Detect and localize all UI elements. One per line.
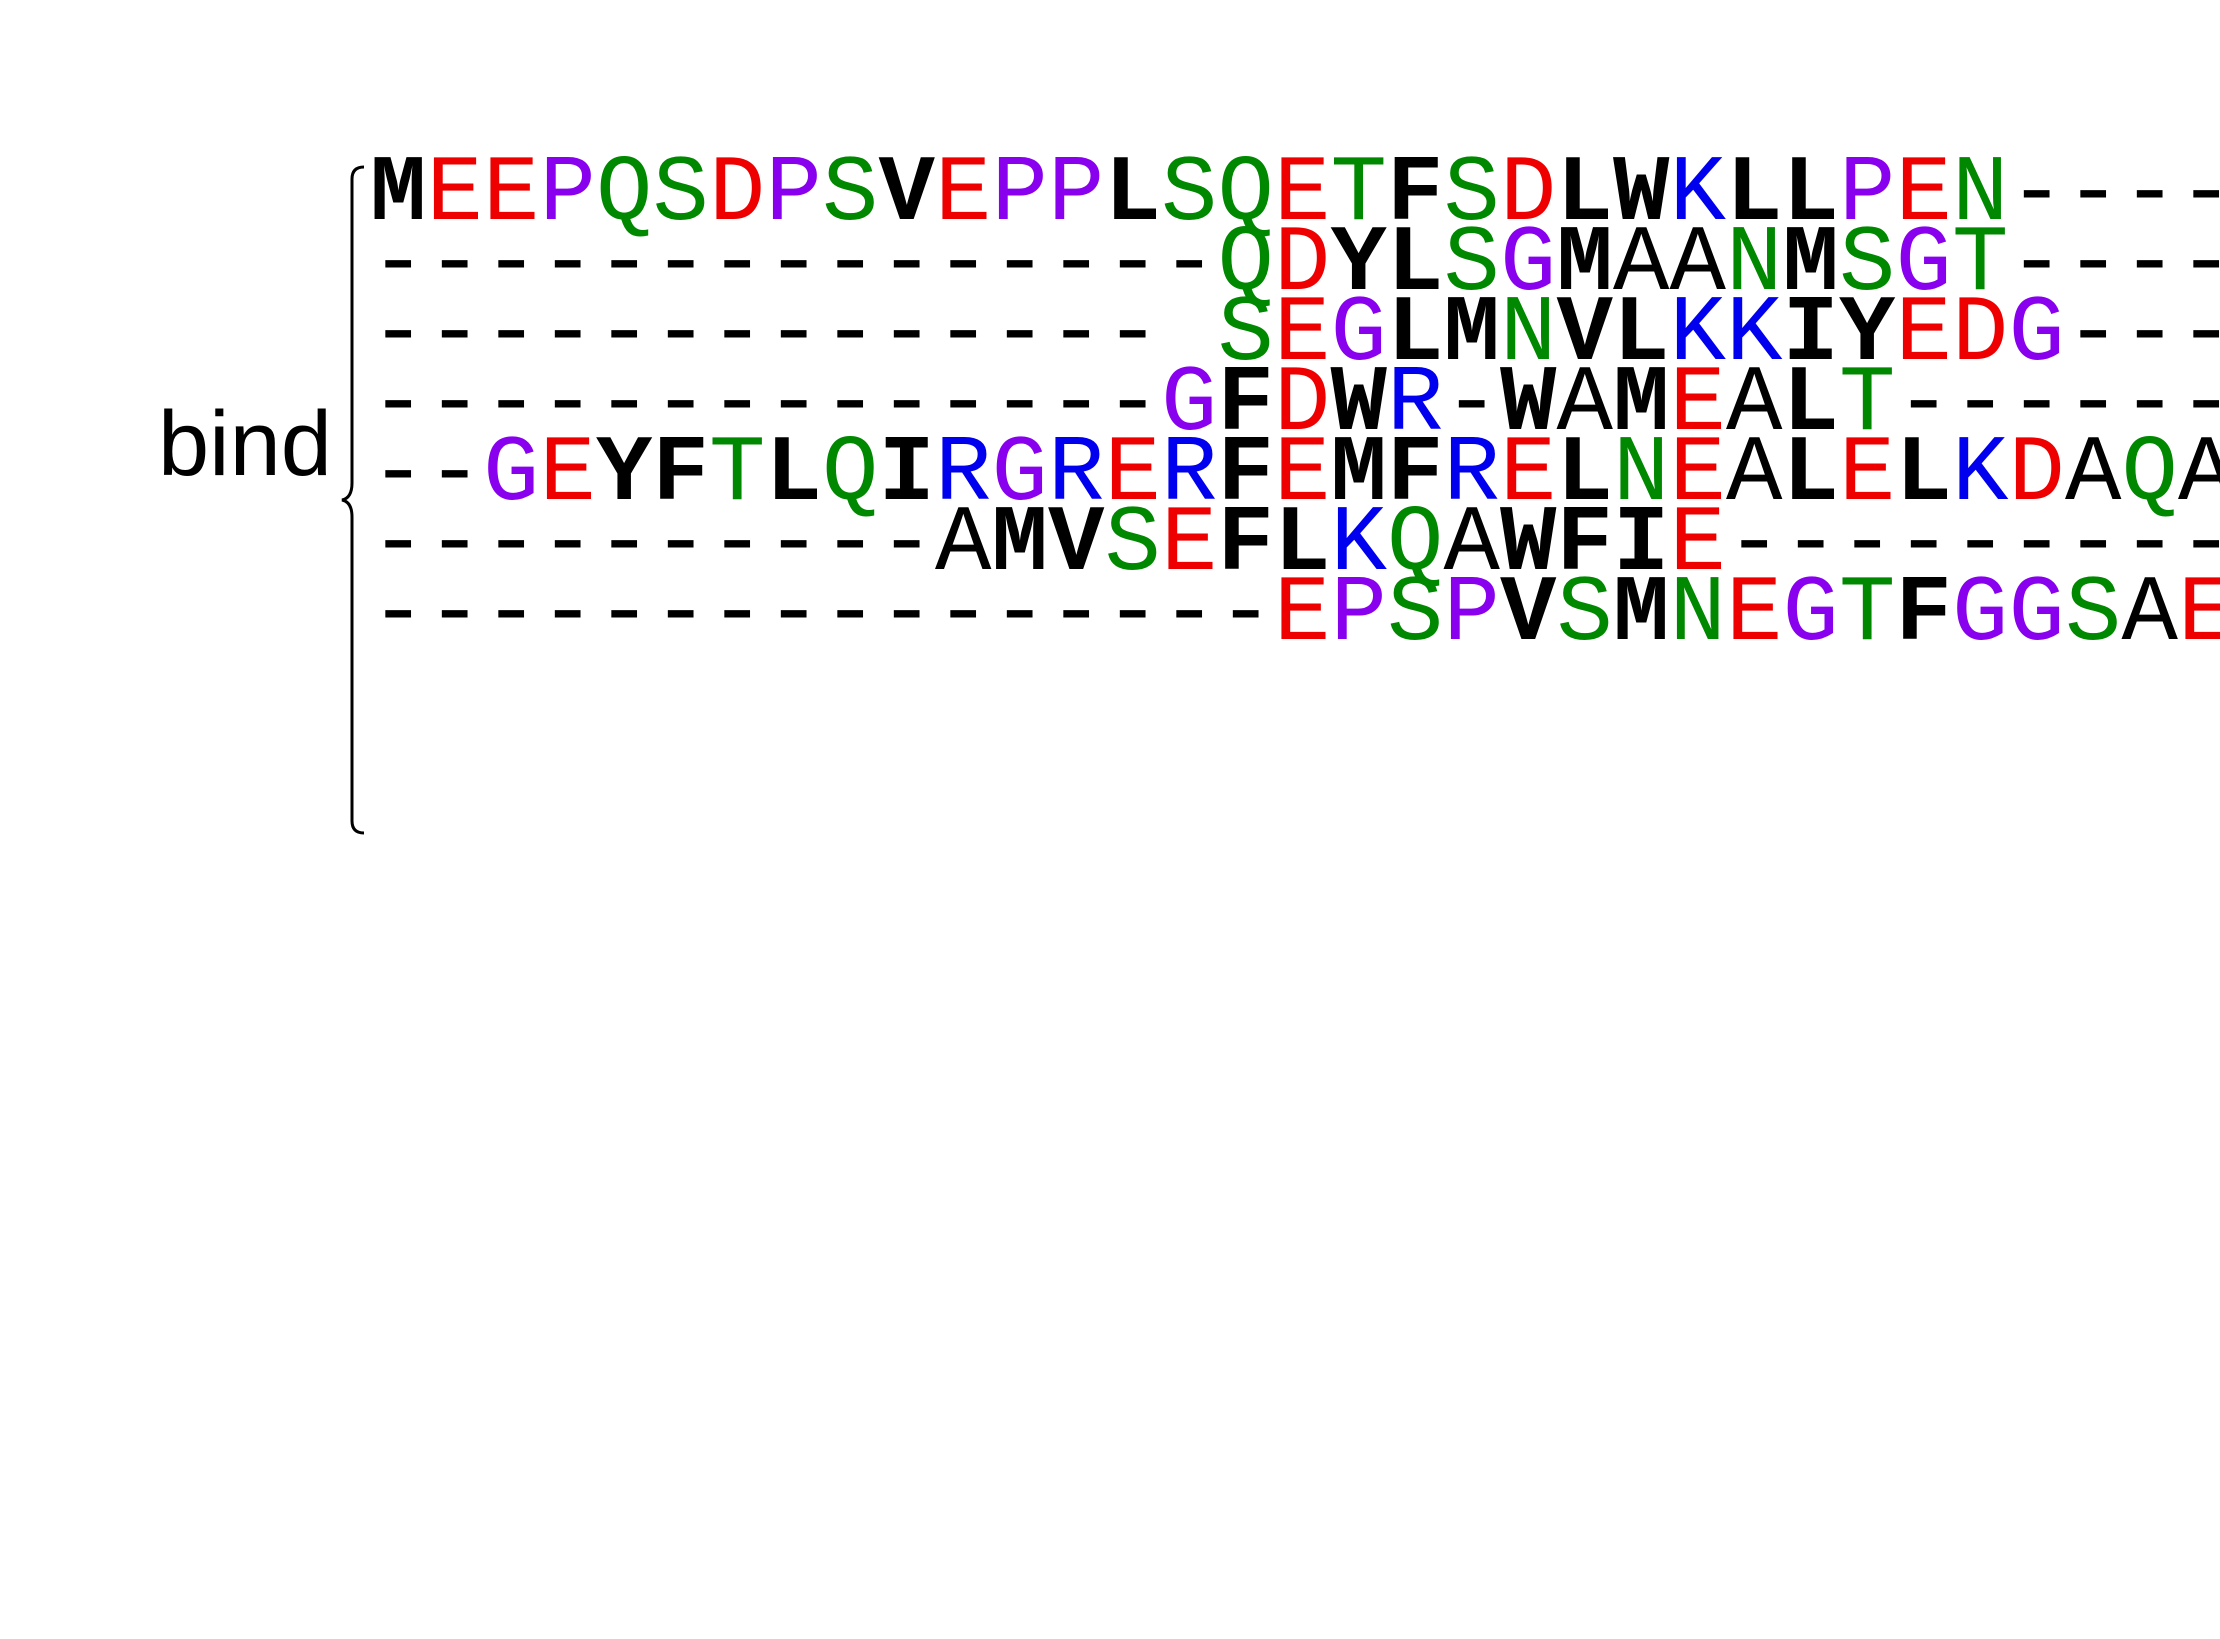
residue: S bbox=[1387, 562, 1444, 668]
gap: - bbox=[878, 562, 935, 668]
gap: - bbox=[1217, 562, 1274, 668]
residue: P bbox=[1330, 562, 1387, 668]
residue: E bbox=[1274, 562, 1331, 668]
residue: N bbox=[1669, 562, 1726, 668]
residue: S bbox=[1556, 562, 1613, 668]
gap: - bbox=[370, 562, 427, 668]
gap: - bbox=[1161, 562, 1218, 668]
gap: - bbox=[596, 562, 653, 668]
gap: - bbox=[652, 562, 709, 668]
residue: F bbox=[1895, 562, 1952, 668]
gap: - bbox=[426, 562, 483, 668]
brace-bracket bbox=[341, 165, 365, 835]
residue: M bbox=[1613, 562, 1670, 668]
gap: - bbox=[935, 562, 992, 668]
residue: T bbox=[1839, 562, 1896, 668]
sequence-alignment-figure: bind MEEPQSDPSVEPPLSQETFSDLWKLLPEN--- ---… bbox=[0, 0, 2220, 1639]
residue: G bbox=[1952, 562, 2009, 668]
residue: G bbox=[1782, 562, 1839, 668]
gap: - bbox=[991, 562, 1048, 668]
residue: A bbox=[2121, 562, 2178, 668]
gap: - bbox=[1048, 562, 1105, 668]
residue: P bbox=[1443, 562, 1500, 668]
gap: - bbox=[1104, 562, 1161, 668]
residue: S bbox=[2065, 562, 2122, 668]
sequence-rows: MEEPQSDPSVEPPLSQETFSDLWKLLPEN--- --------… bbox=[370, 148, 2220, 668]
residue: V bbox=[1500, 562, 1557, 668]
gap: - bbox=[765, 562, 822, 668]
gap: - bbox=[539, 562, 596, 668]
sequence-row-7: ----------------EPSPVSMNEGTFGGSAE bbox=[370, 562, 2220, 668]
residue: E bbox=[2178, 562, 2220, 668]
group-label: bind bbox=[158, 393, 332, 495]
residue: E bbox=[1726, 562, 1783, 668]
gap: - bbox=[822, 562, 879, 668]
gap: - bbox=[709, 562, 766, 668]
residue: G bbox=[2008, 562, 2065, 668]
gap: - bbox=[483, 562, 540, 668]
